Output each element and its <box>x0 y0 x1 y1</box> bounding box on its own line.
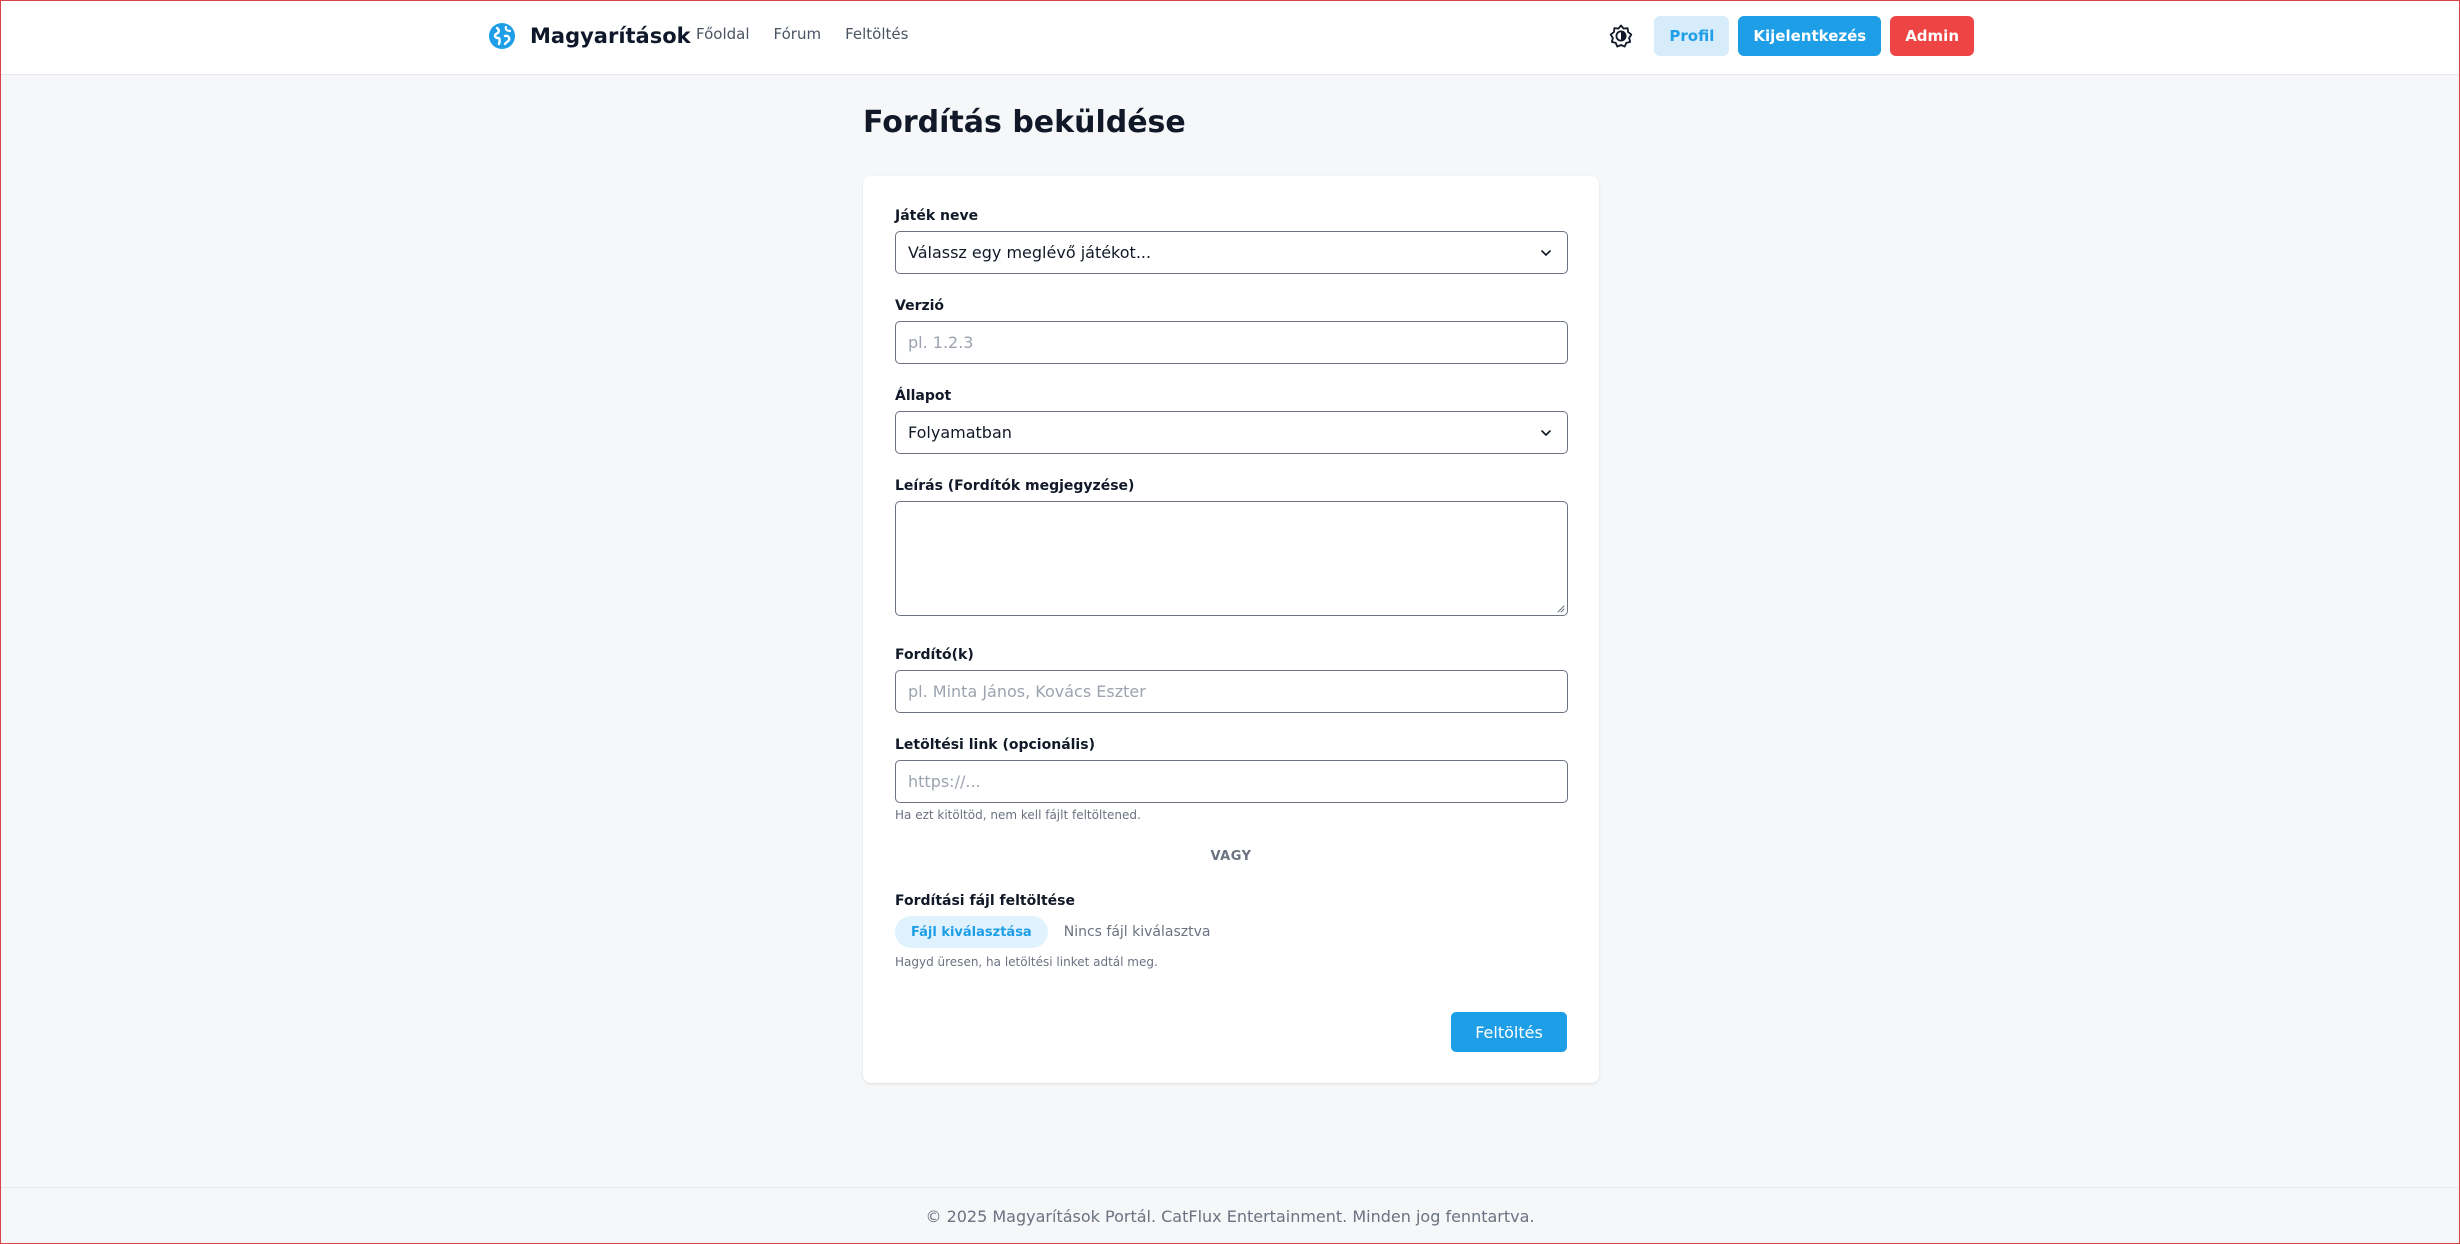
nav-link-home[interactable]: Főoldal <box>696 25 750 43</box>
file-upload-helper: Hagyd üresen, ha letöltési linket adtál … <box>895 955 1158 969</box>
footer-copyright: © 2025 Magyarítások Portál. CatFlux Ente… <box>925 1207 1535 1226</box>
translators-label: Fordító(k) <box>895 647 974 663</box>
submit-upload-button[interactable]: Feltöltés <box>1451 1012 1567 1052</box>
game-select[interactable]: Válassz egy meglévő játékot... <box>895 231 1568 274</box>
brand-name: Magyarítások <box>530 24 691 48</box>
status-select-value: Folyamatban <box>908 423 1012 442</box>
globe-icon <box>489 23 515 49</box>
download-link-input[interactable]: https://... <box>895 760 1568 803</box>
download-link-label: Letöltési link (opcionális) <box>895 737 1095 753</box>
resize-handle-icon[interactable] <box>1555 603 1565 613</box>
admin-button[interactable]: Admin <box>1890 16 1974 56</box>
chevron-down-icon <box>1541 430 1551 436</box>
page-title: Fordítás beküldése <box>863 105 1186 140</box>
chevron-down-icon <box>1541 250 1551 256</box>
game-select-value: Válassz egy meglévő játékot... <box>908 243 1152 262</box>
version-label: Verzió <box>895 298 945 314</box>
file-input: Fájl kiválasztása Nincs fájl kiválasztva <box>895 916 1210 948</box>
brand[interactable]: Magyarítások <box>488 21 691 51</box>
download-link-helper: Ha ezt kitöltöd, nem kell fájlt feltölte… <box>895 808 1141 822</box>
download-link-placeholder: https://... <box>908 772 981 791</box>
sun-moon-icon <box>1610 24 1633 48</box>
file-status-text: Nincs fájl kiválasztva <box>1063 924 1211 940</box>
translators-input[interactable]: pl. Minta János, Kovács Eszter <box>895 670 1568 713</box>
description-textarea[interactable] <box>895 501 1568 616</box>
choose-file-button[interactable]: Fájl kiválasztása <box>895 916 1048 948</box>
profile-button[interactable]: Profil <box>1654 16 1730 56</box>
game-name-label: Játék neve <box>895 208 979 224</box>
version-input[interactable]: pl. 1.2.3 <box>895 321 1568 364</box>
status-select[interactable]: Folyamatban <box>895 411 1568 454</box>
footer: © 2025 Magyarítások Portál. CatFlux Ente… <box>1 1187 2459 1244</box>
file-upload-label: Fordítási fájl feltöltése <box>895 893 1076 909</box>
or-divider: VAGY <box>1210 849 1252 864</box>
translation-submit-form: Játék neve Válassz egy meglévő játékot..… <box>863 176 1599 1083</box>
top-navbar: Magyarítások Főoldal Fórum Feltöltés Pro… <box>1 1 2459 75</box>
nav-link-forum[interactable]: Fórum <box>774 25 822 43</box>
logout-button[interactable]: Kijelentkezés <box>1738 16 1882 56</box>
header-actions: Profil Kijelentkezés Admin <box>1607 16 1974 56</box>
translators-placeholder: pl. Minta János, Kovács Eszter <box>908 682 1146 701</box>
nav-link-upload[interactable]: Feltöltés <box>845 25 908 43</box>
status-label: Állapot <box>895 388 952 404</box>
main-nav: Főoldal Fórum Feltöltés <box>696 25 908 43</box>
theme-toggle-button[interactable] <box>1607 22 1635 50</box>
description-label: Leírás (Fordítók megjegyzése) <box>895 478 1135 494</box>
version-placeholder: pl. 1.2.3 <box>908 333 974 352</box>
